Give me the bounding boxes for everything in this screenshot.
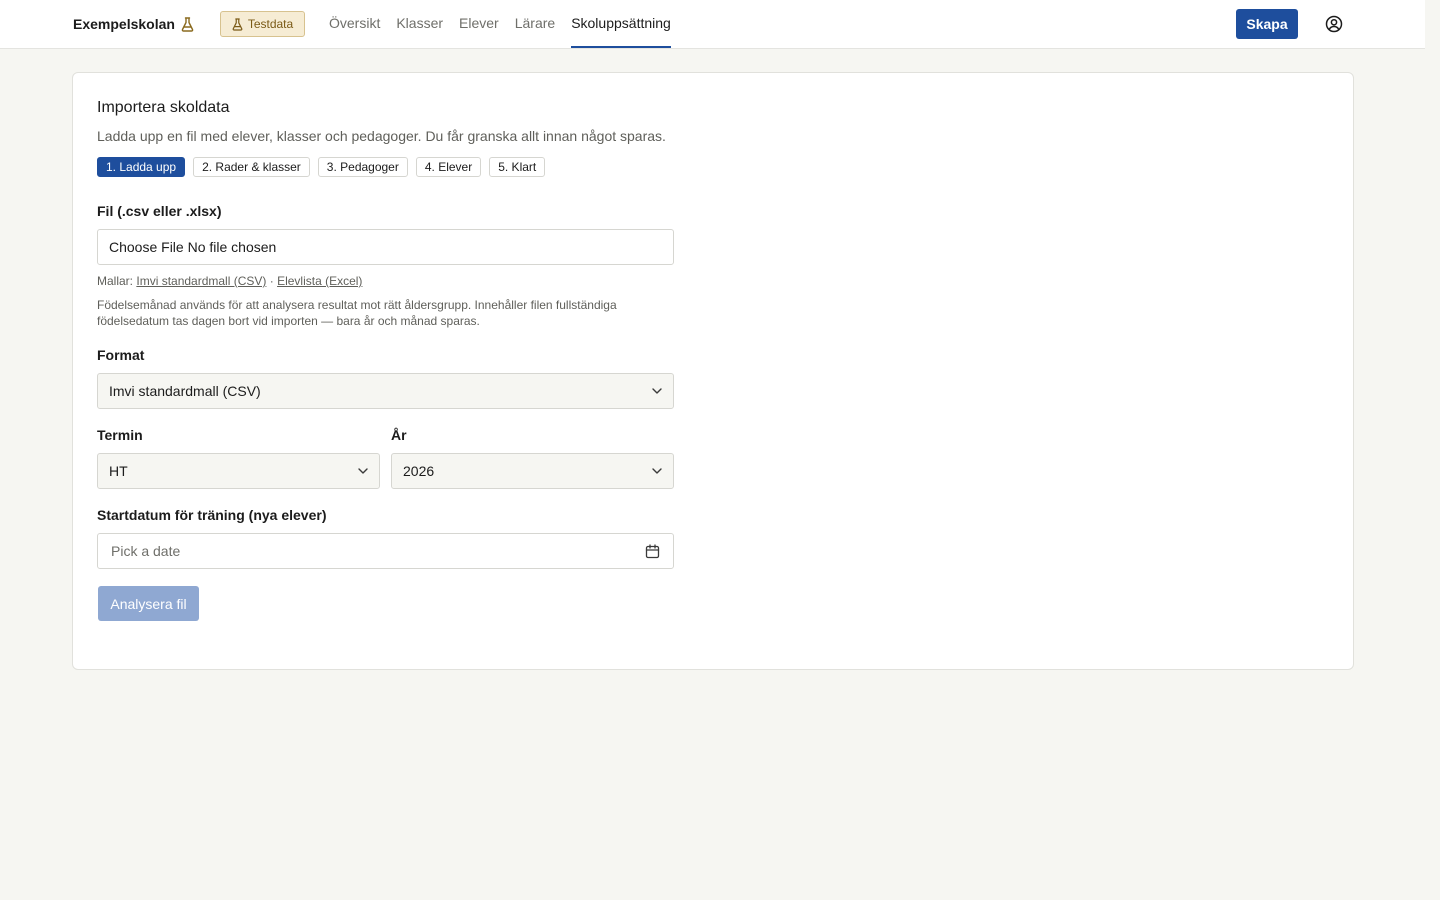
- templates-line: Mallar: Imvi standardmall (CSV) · Elevli…: [97, 274, 362, 288]
- templates-separator: ·: [269, 274, 274, 288]
- top-bar: Exempelskolan Testdata Översikt Klasser …: [0, 0, 1425, 49]
- nav-item-oversikt[interactable]: Översikt: [329, 0, 380, 48]
- chevron-down-icon: [652, 388, 662, 394]
- term-label: Termin: [97, 427, 143, 443]
- year-select[interactable]: 2026: [391, 453, 674, 489]
- file-input[interactable]: Choose File No file chosen: [97, 229, 674, 265]
- account-icon[interactable]: [1325, 15, 1343, 33]
- year-select-value: 2026: [403, 463, 435, 479]
- step-teachers[interactable]: 3. Pedagoger: [317, 157, 408, 177]
- calendar-icon: [645, 544, 660, 559]
- main-nav: Översikt Klasser Elever Lärare Skoluppsä…: [329, 0, 687, 49]
- test-data-badge: Testdata: [220, 11, 305, 37]
- analyze-file-button[interactable]: Analysera fil: [98, 586, 199, 621]
- format-select[interactable]: Imvi standardmall (CSV): [97, 373, 674, 409]
- test-data-label: Testdata: [247, 17, 294, 31]
- flask-icon: [232, 17, 243, 31]
- start-date-label: Startdatum för träning (nya elever): [97, 507, 327, 523]
- nav-item-elever[interactable]: Elever: [459, 0, 499, 48]
- step-upload[interactable]: 1. Ladda upp: [97, 157, 186, 177]
- chevron-down-icon: [652, 468, 662, 474]
- school-name[interactable]: Exempelskolan: [73, 15, 194, 33]
- nav-item-skoluppsattning[interactable]: Skoluppsättning: [571, 0, 671, 48]
- start-date-picker[interactable]: Pick a date: [97, 533, 674, 569]
- start-date-placeholder: Pick a date: [111, 543, 181, 559]
- page-description: Ladda upp en fil med elever, klasser och…: [97, 128, 666, 144]
- nav-item-klasser[interactable]: Klasser: [396, 0, 443, 48]
- step-rows-classes[interactable]: 2. Rader & klasser: [193, 157, 310, 177]
- import-card: Importera skoldata Ladda upp en fil med …: [72, 72, 1354, 670]
- term-select[interactable]: HT: [97, 453, 380, 489]
- template-csv-link[interactable]: Imvi standardmall (CSV): [136, 274, 266, 288]
- templates-prefix: Mallar:: [97, 274, 134, 288]
- school-name-label: Exempelskolan: [73, 16, 175, 32]
- term-select-value: HT: [109, 463, 128, 479]
- template-excel-link[interactable]: Elevlista (Excel): [277, 274, 362, 288]
- stepper: 1. Ladda upp 2. Rader & klasser 3. Pedag…: [97, 157, 546, 177]
- birth-month-help-text: Födelsemånad används för att analysera r…: [97, 298, 617, 328]
- format-select-value: Imvi standardmall (CSV): [109, 383, 261, 399]
- step-students[interactable]: 4. Elever: [415, 157, 482, 177]
- create-button[interactable]: Skapa: [1236, 9, 1298, 39]
- file-label: Fil (.csv eller .xlsx): [97, 203, 222, 219]
- step-done[interactable]: 5. Klart: [489, 157, 546, 177]
- format-label: Format: [97, 347, 145, 363]
- flask-icon: [181, 16, 194, 32]
- year-label: År: [391, 427, 407, 443]
- page-title: Importera skoldata: [97, 99, 230, 116]
- nav-item-larare[interactable]: Lärare: [515, 0, 555, 48]
- chevron-down-icon: [358, 468, 368, 474]
